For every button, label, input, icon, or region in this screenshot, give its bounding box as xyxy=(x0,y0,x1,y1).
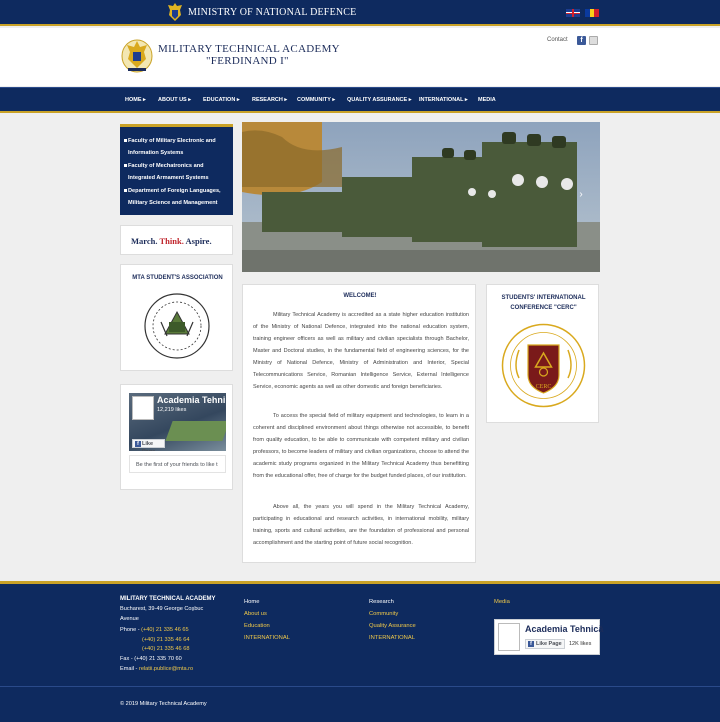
nav-research[interactable]: RESEARCH ▸ xyxy=(252,97,287,103)
copyright-text: © 2019 Military Technical Academy xyxy=(120,701,207,707)
footer-address-line2: Avenue xyxy=(120,616,139,622)
site-footer xyxy=(0,581,720,722)
footer-link-home[interactable]: Home xyxy=(244,599,259,605)
footer-academy-title: MILITARY TECHNICAL ACADEMY xyxy=(120,596,216,602)
svg-text:CERC: CERC xyxy=(536,384,552,390)
motto-text: March. Think. Aspire. xyxy=(131,236,212,246)
footer-link-media[interactable]: Media xyxy=(494,599,510,605)
nav-education[interactable]: EDUCATION ▸ xyxy=(203,97,240,103)
faculty-link-electronic[interactable]: Faculty of Military Electronic and Infor… xyxy=(124,135,230,159)
academy-name[interactable]: MILITARY TECHNICAL ACADEMY xyxy=(158,43,340,55)
facebook-like-button[interactable]: Like Page xyxy=(132,439,165,451)
footer-facebook-widget: Academia Tehnică Like Page 12K likes xyxy=(494,619,603,655)
nav-community[interactable]: COMMUNITY ▸ xyxy=(297,97,335,103)
welcome-paragraph-1: Military Technical Academy is accredited… xyxy=(253,312,469,390)
footer-link-community[interactable]: Community xyxy=(369,611,398,617)
nav-international[interactable]: INTERNATIONAL ▸ xyxy=(419,97,468,103)
footer-facebook-page-name[interactable]: Academia Tehnică xyxy=(525,624,603,634)
academy-subname[interactable]: "FERDINAND I" xyxy=(206,55,289,67)
nav-quality-assurance[interactable]: QUALITY ASSURANCE ▸ xyxy=(347,97,412,103)
footer-link-international[interactable]: INTERNATIONAL xyxy=(244,635,290,641)
welcome-paragraph-2: To access the special field of military … xyxy=(253,413,469,479)
ministry-title[interactable]: MINISTRY OF NATIONAL DEFENCE xyxy=(188,7,356,18)
english-flag-icon[interactable] xyxy=(566,9,580,17)
mail-icon[interactable] xyxy=(589,36,598,45)
cerc-conference-logo[interactable]: CERC xyxy=(501,323,586,408)
footer-facebook-like-button[interactable]: Like Page xyxy=(525,639,565,649)
footer-phone-1: Phone - (+40) 21 335 46 65 xyxy=(120,627,189,633)
footer-divider xyxy=(0,686,720,687)
motto-banner[interactable]: March. Think. Aspire. xyxy=(120,225,233,255)
facebook-friends-text: Be the first of your friends to like t xyxy=(129,455,226,473)
facebook-page-name[interactable]: Academia Tehni xyxy=(157,395,225,405)
romanian-flag-icon[interactable] xyxy=(585,9,600,17)
student-association-logo[interactable] xyxy=(143,292,211,360)
nav-home[interactable]: HOME ▸ xyxy=(125,97,146,103)
footer-link-research[interactable]: Research xyxy=(369,599,394,605)
faculty-link-mechatronics[interactable]: Faculty of Mechatronics and Integrated A… xyxy=(124,160,230,184)
facebook-page-thumbnail[interactable] xyxy=(132,396,154,420)
ministry-eagle-logo xyxy=(168,3,182,21)
facebook-cover-image[interactable]: Academia Tehni 12,219 likes Like Page xyxy=(129,393,226,451)
footer-link-about[interactable]: About us xyxy=(244,611,267,617)
slider-next-arrow[interactable]: › xyxy=(574,188,588,202)
contact-link[interactable]: Contact xyxy=(547,37,568,43)
main-navigation: HOME ▸ ABOUT US ▸ EDUCATION ▸ RESEARCH ▸… xyxy=(0,87,720,113)
facebook-icon[interactable]: f xyxy=(577,36,586,45)
facebook-like-count: 12,219 likes xyxy=(157,407,187,413)
image-slider[interactable]: › xyxy=(242,122,600,272)
conference-widget[interactable]: STUDENTS' INTERNATIONAL CONFERENCE "CERC… xyxy=(486,284,599,423)
footer-link-quality[interactable]: Quality Assurance xyxy=(369,623,416,629)
nav-media[interactable]: MEDIA xyxy=(478,97,496,103)
welcome-section: WELCOME! Military Technical Academy is a… xyxy=(242,284,476,563)
footer-phone-2: (+40) 21 335 46 64 xyxy=(142,637,190,643)
faculties-menu: Faculty of Military Electronic and Infor… xyxy=(120,124,233,215)
facebook-page-widget: Academia Tehni 12,219 likes Like Page Be… xyxy=(120,384,233,490)
welcome-paragraph-3: Above all, the years you will spend in t… xyxy=(253,504,469,546)
footer-fax: Fax - (+40) 21 335 70 60 xyxy=(120,656,182,662)
faculty-link-languages[interactable]: Department of Foreign Languages, Militar… xyxy=(124,185,230,209)
footer-facebook-like-count: 12K likes xyxy=(569,641,592,647)
site-header: MILITARY TECHNICAL ACADEMY "FERDINAND I"… xyxy=(0,28,720,86)
soldiers-parade-photo xyxy=(242,122,600,272)
nav-about-us[interactable]: ABOUT US ▸ xyxy=(158,97,191,103)
academy-logo[interactable] xyxy=(120,35,154,75)
conference-title: STUDENTS' INTERNATIONAL CONFERENCE "CERC… xyxy=(501,295,586,311)
student-association-title: MTA STUDENT'S ASSOCIATION xyxy=(132,275,223,281)
student-association-widget[interactable]: MTA STUDENT'S ASSOCIATION xyxy=(120,264,233,371)
footer-facebook-thumbnail[interactable] xyxy=(498,623,520,651)
footer-link-international-2[interactable]: INTERNATIONAL xyxy=(369,635,415,641)
footer-phone-3: (+40) 21 335 46 68 xyxy=(142,646,190,652)
welcome-title: WELCOME! xyxy=(343,293,377,299)
footer-email: Email - relatii.publice@mta.ro xyxy=(120,666,194,672)
top-bar: MINISTRY OF NATIONAL DEFENCE xyxy=(0,0,720,26)
footer-email-link[interactable]: relatii.publice@mta.ro xyxy=(139,666,193,672)
footer-link-education[interactable]: Education xyxy=(244,623,270,629)
footer-address-line1: Bucharest, 39-49 George Coşbuc xyxy=(120,606,204,612)
